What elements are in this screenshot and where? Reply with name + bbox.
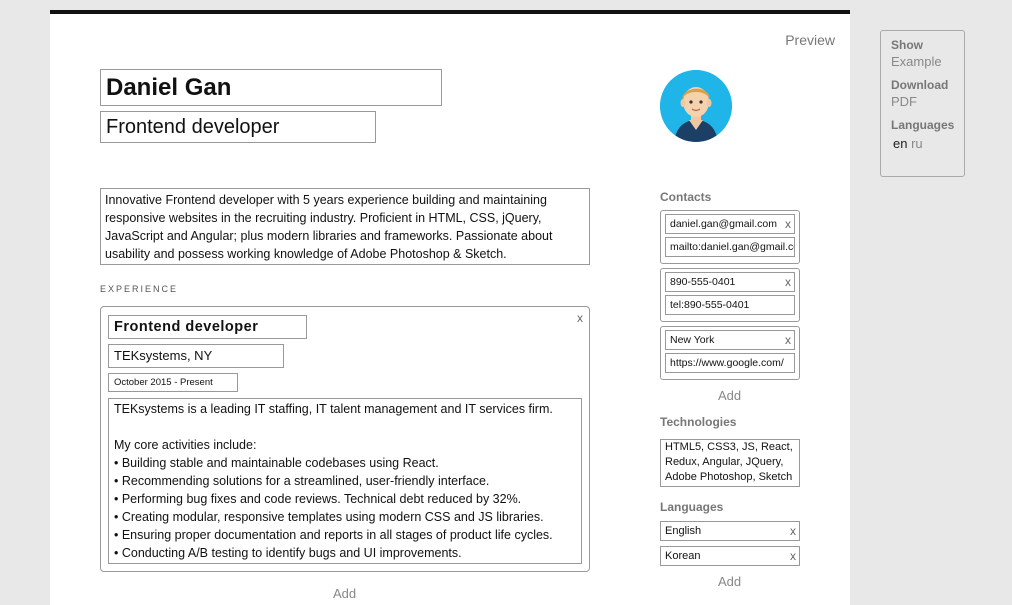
job-title-field[interactable]: Frontend developer (100, 111, 376, 143)
close-icon[interactable]: x (788, 522, 796, 540)
summary-field[interactable]: Innovative Frontend developer with 5 yea… (100, 188, 590, 265)
experience-company-field[interactable]: TEKsystems, NY (108, 344, 284, 368)
languages-label: Languages (660, 500, 724, 514)
side-panel: Show Example Download PDF Languages en r… (880, 30, 965, 177)
contacts-label: Contacts (660, 190, 712, 204)
show-example-link[interactable]: Example (891, 52, 954, 72)
download-heading: Download (891, 78, 949, 92)
technologies-label: Technologies (660, 415, 737, 429)
experience-description-field[interactable]: TEKsystems is a leading IT staffing, IT … (108, 398, 582, 564)
language-korean-text: Korean (665, 550, 701, 562)
language-english-text: English (665, 525, 702, 537)
contact-email-text: daniel.gan@gmail.com (670, 218, 777, 230)
close-icon[interactable]: x (577, 311, 583, 325)
contact-group-location: New York x https://www.google.com/ (660, 326, 800, 380)
language-field-english[interactable]: English x (660, 521, 800, 541)
avatar-illustration (660, 70, 732, 142)
experience-dates-field[interactable]: October 2015 - Present (108, 373, 238, 392)
lang-en-link[interactable]: en (893, 136, 907, 151)
contact-phone-text: 890-555-0401 (670, 276, 736, 288)
resume-page: Preview Daniel Gan Frontend developer In… (50, 10, 850, 605)
preview-link[interactable]: Preview (785, 32, 835, 48)
download-pdf-link[interactable]: PDF (891, 92, 954, 112)
show-heading: Show (891, 38, 923, 52)
close-icon[interactable]: x (783, 215, 791, 233)
contact-location-link-field[interactable]: https://www.google.com/ (665, 353, 795, 373)
close-icon[interactable]: x (783, 273, 791, 291)
contact-phone-link-field[interactable]: tel:890-555-0401 (665, 295, 795, 315)
language-switcher: en ru (891, 136, 954, 151)
lang-ru-link[interactable]: ru (911, 136, 923, 151)
close-icon[interactable]: x (788, 547, 796, 565)
contact-phone-field[interactable]: 890-555-0401 x (665, 272, 795, 292)
add-language-button[interactable]: Add (718, 574, 741, 589)
avatar[interactable] (660, 70, 732, 142)
name-field[interactable]: Daniel Gan (100, 69, 442, 106)
close-icon[interactable]: x (783, 331, 791, 349)
experience-card: x Frontend developer TEKsystems, NY Octo… (100, 306, 590, 572)
contact-group-email: daniel.gan@gmail.com x mailto:daniel.gan@… (660, 210, 800, 264)
contact-group-phone: 890-555-0401 x tel:890-555-0401 (660, 268, 800, 322)
contact-location-field[interactable]: New York x (665, 330, 795, 350)
technologies-field[interactable]: HTML5, CSS3, JS, React, Redux, Angular, … (660, 439, 800, 487)
add-contact-button[interactable]: Add (718, 388, 741, 403)
add-experience-button[interactable]: Add (333, 586, 356, 601)
contact-location-text: New York (670, 334, 715, 346)
experience-section-label: EXPERIENCE (100, 284, 179, 294)
languages-heading: Languages (891, 118, 955, 132)
contact-email-link-field[interactable]: mailto:daniel.gan@gmail.com (665, 237, 795, 257)
language-field-korean[interactable]: Korean x (660, 546, 800, 566)
contact-email-field[interactable]: daniel.gan@gmail.com x (665, 214, 795, 234)
experience-role-field[interactable]: Frontend developer (108, 315, 307, 339)
